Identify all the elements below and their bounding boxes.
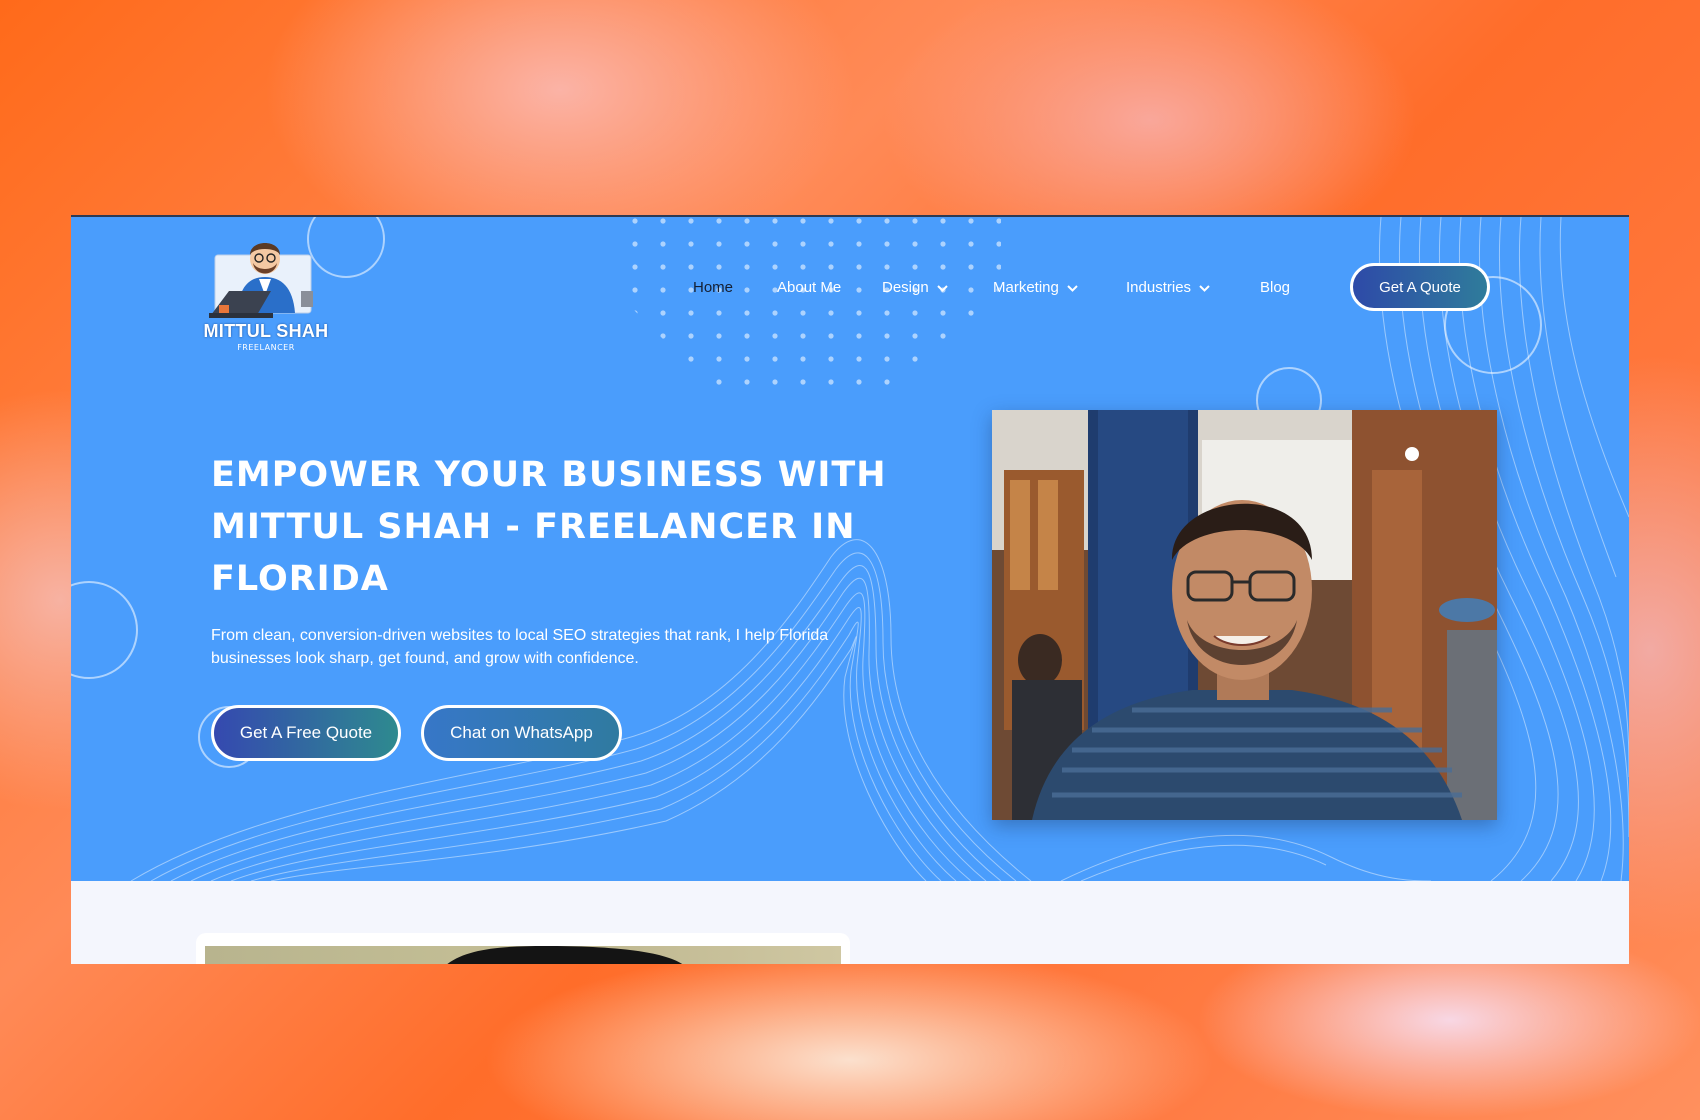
nav-item-blog[interactable]: Blog xyxy=(1260,279,1290,296)
nav-item-marketing-label: Marketing xyxy=(993,279,1059,296)
hero-subtext: From clean, conversion-driven websites t… xyxy=(211,627,829,667)
portrait-illustration xyxy=(992,410,1497,820)
chevron-down-icon xyxy=(1199,284,1210,292)
nav-item-design-label: Design xyxy=(882,279,929,296)
chevron-down-icon xyxy=(936,284,948,292)
nav-item-design[interactable]: Design xyxy=(882,279,948,296)
browser-viewport: MITTUL SHAH FREELANCER Home About Me Des… xyxy=(71,215,1629,964)
nav-item-marketing[interactable]: Marketing xyxy=(993,279,1078,296)
hero-section: MITTUL SHAH FREELANCER Home About Me Des… xyxy=(71,217,1629,881)
nav-item-industries-label: Industries xyxy=(1126,279,1192,296)
chat-on-whatsapp-button[interactable]: Chat on WhatsApp xyxy=(421,705,622,761)
get-a-quote-button[interactable]: Get A Quote xyxy=(1350,263,1490,311)
hero-headline: Empower Your Business With Mittul Shah -… xyxy=(211,455,887,599)
chevron-down-icon xyxy=(1067,284,1078,292)
main-navigation: Home About Me Design Marketing Industrie… xyxy=(71,217,1629,347)
card-image-illustration xyxy=(447,946,682,964)
content-card-image xyxy=(205,946,841,964)
nav-item-home[interactable]: Home xyxy=(693,279,733,296)
hero-portrait-photo xyxy=(992,410,1497,820)
nav-item-about-me[interactable]: About Me xyxy=(777,279,841,296)
get-free-quote-button[interactable]: Get A Free Quote xyxy=(211,705,401,761)
nav-item-industries[interactable]: Industries xyxy=(1126,279,1210,296)
